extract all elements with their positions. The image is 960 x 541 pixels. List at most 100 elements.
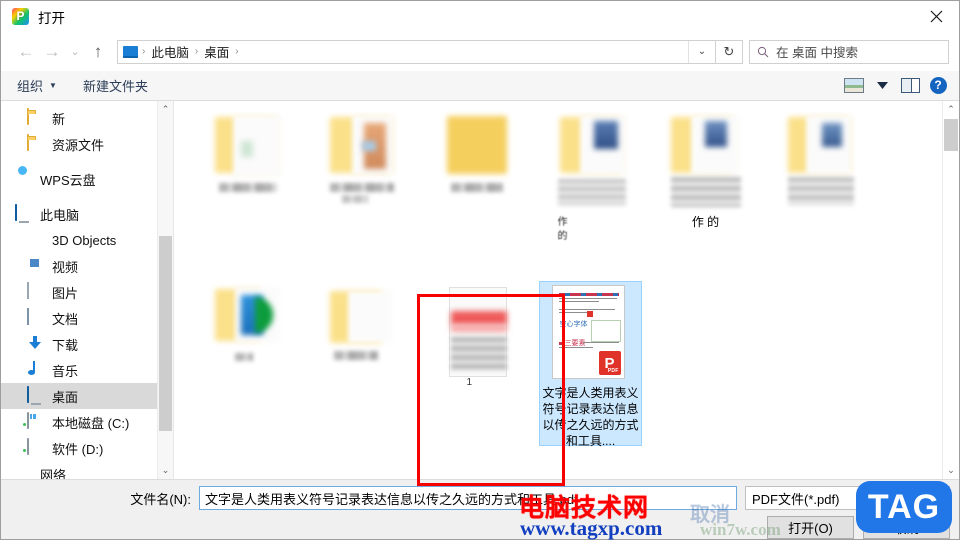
navigation-sidebar: 新 资源文件 WPS云盘 此电脑 3D Objects 视频 图片 文档 下载 … bbox=[1, 101, 174, 479]
filename-value: 文字是人类用表义符号记录表达信息以传之久远的方式和工具.pdf bbox=[205, 491, 578, 507]
file-tile[interactable] bbox=[419, 109, 532, 277]
recent-locations-button[interactable]: ⌄ bbox=[65, 39, 85, 65]
command-bar: 组织 ▼ 新建文件夹 ? bbox=[1, 71, 959, 101]
view-chevron-down-icon[interactable] bbox=[869, 75, 895, 97]
sidebar-item-3d-objects[interactable]: 3D Objects bbox=[1, 227, 173, 253]
computer-icon bbox=[15, 204, 33, 223]
sidebar-item-label: 软件 (D:) bbox=[52, 441, 104, 457]
title-bar: 打开 bbox=[1, 1, 959, 32]
up-button[interactable]: ↑ bbox=[85, 39, 111, 65]
cancel-button[interactable]: 取消 bbox=[863, 516, 950, 539]
sidebar-item-label: 视频 bbox=[52, 259, 79, 275]
address-dropdown-icon[interactable]: ⌄ bbox=[688, 40, 715, 63]
file-thumbnail bbox=[782, 113, 860, 209]
sidebar-item-local-disk-c[interactable]: 本地磁盘 (C:) bbox=[1, 409, 173, 435]
file-tile[interactable] bbox=[304, 281, 417, 449]
dialog-body: 新 资源文件 WPS云盘 此电脑 3D Objects 视频 图片 文档 下载 … bbox=[1, 101, 959, 479]
filetype-value: PDF文件(*.pdf) bbox=[752, 491, 840, 507]
sidebar-item-videos[interactable]: 视频 bbox=[1, 253, 173, 279]
file-thumbnail: 1 bbox=[437, 285, 515, 388]
address-bar[interactable]: › 此电脑 › 桌面 › ⌄ bbox=[117, 39, 716, 64]
sidebar-item-label: 新 bbox=[52, 111, 66, 127]
video-icon bbox=[27, 257, 45, 275]
search-box[interactable]: 在 桌面 中搜索 bbox=[749, 39, 949, 64]
sidebar-item-disk-d[interactable]: 软件 (D:) bbox=[1, 435, 173, 461]
file-name-label: 作 的 bbox=[691, 215, 720, 229]
file-tile[interactable] bbox=[189, 109, 302, 277]
file-list-scroll-up-button[interactable]: ⌃ bbox=[943, 101, 959, 118]
filename-input[interactable]: 文字是人类用表义符号记录表达信息以传之久远的方式和工具.pdf ⌄ bbox=[199, 486, 737, 510]
sidebar-item-label: 3D Objects bbox=[52, 232, 117, 248]
network-icon bbox=[15, 465, 33, 479]
sidebar-scroll-down-button[interactable]: ⌄ bbox=[158, 462, 173, 479]
sidebar-item-music[interactable]: 音乐 bbox=[1, 357, 173, 383]
filetype-chevron-down-icon[interactable]: ⌄ bbox=[925, 493, 949, 504]
file-list-scroll-down-button[interactable]: ⌄ bbox=[943, 462, 959, 479]
wps-presentation-icon bbox=[12, 8, 29, 25]
back-button[interactable]: ← bbox=[13, 39, 39, 65]
sidebar-item-label: 音乐 bbox=[52, 363, 79, 379]
breadcrumb-separator-1: › bbox=[194, 46, 199, 57]
sidebar-item-pictures[interactable]: 图片 bbox=[1, 279, 173, 305]
sidebar-item-new[interactable]: 新 bbox=[1, 105, 173, 131]
chevron-down-icon: ▼ bbox=[49, 81, 57, 90]
filename-label: 文件名(N): bbox=[130, 491, 191, 507]
filetype-select[interactable]: PDF文件(*.pdf) ⌄ bbox=[745, 486, 950, 510]
file-tile[interactable] bbox=[764, 109, 877, 277]
organize-button[interactable]: 组织 ▼ bbox=[17, 76, 57, 95]
file-tile[interactable] bbox=[189, 281, 302, 449]
sidebar-item-this-pc[interactable]: 此电脑 bbox=[1, 201, 173, 227]
sidebar-item-label: 此电脑 bbox=[40, 207, 80, 223]
file-tile-selected[interactable]: 空心字体 三要素 P PDF 文字是人类用表义符号记录表达信息以传之久远的方式和… bbox=[534, 281, 647, 449]
sidebar-item-wps-cloud[interactable]: WPS云盘 bbox=[1, 166, 173, 192]
preview-pane-icon[interactable] bbox=[897, 75, 923, 97]
filename-row: 文件名(N): 文字是人类用表义符号记录表达信息以传之久远的方式和工具.pdf … bbox=[1, 486, 959, 510]
local-disk-icon bbox=[27, 412, 45, 431]
sidebar-item-resources[interactable]: 资源文件 bbox=[1, 131, 173, 157]
sidebar-item-label: 文档 bbox=[52, 311, 79, 327]
file-tile[interactable] bbox=[304, 109, 417, 277]
breadcrumb[interactable]: › 此电脑 › 桌面 › bbox=[118, 42, 688, 61]
file-thumbnail bbox=[207, 113, 285, 209]
filename-chevron-down-icon[interactable]: ⌄ bbox=[578, 493, 600, 504]
sidebar-item-downloads[interactable]: 下载 bbox=[1, 331, 173, 357]
close-button[interactable] bbox=[913, 1, 959, 32]
3d-objects-icon bbox=[27, 231, 45, 249]
dialog-title: 打开 bbox=[38, 10, 65, 26]
organize-label: 组织 bbox=[17, 79, 44, 94]
new-folder-button[interactable]: 新建文件夹 bbox=[83, 76, 148, 95]
screenshot-root: 打开 ← → ⌄ ↑ › 此电脑 › 桌面 › bbox=[0, 0, 960, 540]
file-thumbnail-pdf: 空心字体 三要素 P PDF bbox=[551, 285, 630, 380]
help-icon[interactable]: ? bbox=[925, 75, 951, 97]
search-icon bbox=[750, 46, 776, 58]
sidebar-item-desktop[interactable]: 桌面 bbox=[1, 383, 173, 409]
sidebar-item-documents[interactable]: 文档 bbox=[1, 305, 173, 331]
sidebar-scrollbar-thumb[interactable] bbox=[159, 236, 172, 431]
search-input[interactable]: 在 桌面 中搜索 bbox=[776, 42, 858, 61]
file-tile[interactable]: 作 的 bbox=[534, 109, 647, 277]
navigation-bar: ← → ⌄ ↑ › 此电脑 › 桌面 › ⌄ ↻ 在 桌面 中搜索 bbox=[1, 32, 959, 71]
file-thumbnail bbox=[667, 113, 745, 209]
breadcrumb-item-1[interactable]: 桌面 bbox=[202, 42, 231, 61]
breadcrumb-item-0[interactable]: 此电脑 bbox=[149, 42, 191, 61]
file-tile[interactable]: 作 的 bbox=[649, 109, 762, 277]
footer-buttons: 打开(O) 取消 bbox=[758, 516, 950, 539]
file-thumbnail bbox=[207, 285, 285, 381]
sidebar-scrollbar[interactable]: ⌃ ⌄ bbox=[157, 101, 173, 479]
forward-button[interactable]: → bbox=[39, 39, 65, 65]
pictures-icon bbox=[27, 282, 45, 301]
file-list-scrollbar-thumb[interactable] bbox=[944, 119, 958, 151]
breadcrumb-separator-2: › bbox=[235, 46, 239, 57]
file-name-label: 文字是人类用表义符号记录表达信息以传之久远的方式和工具.... bbox=[542, 386, 639, 448]
file-tile[interactable]: 1 bbox=[419, 281, 532, 449]
file-list-scrollbar[interactable]: ⌃ ⌄ bbox=[942, 101, 959, 479]
sidebar-item-network[interactable]: 网络 bbox=[1, 461, 173, 480]
refresh-button[interactable]: ↻ bbox=[716, 39, 743, 64]
sidebar-item-label: WPS云盘 bbox=[40, 172, 96, 188]
documents-icon bbox=[27, 308, 45, 327]
view-picture-icon[interactable] bbox=[841, 75, 867, 97]
open-button[interactable]: 打开(O) bbox=[767, 516, 854, 539]
sidebar-scroll-up-button[interactable]: ⌃ bbox=[158, 101, 173, 118]
